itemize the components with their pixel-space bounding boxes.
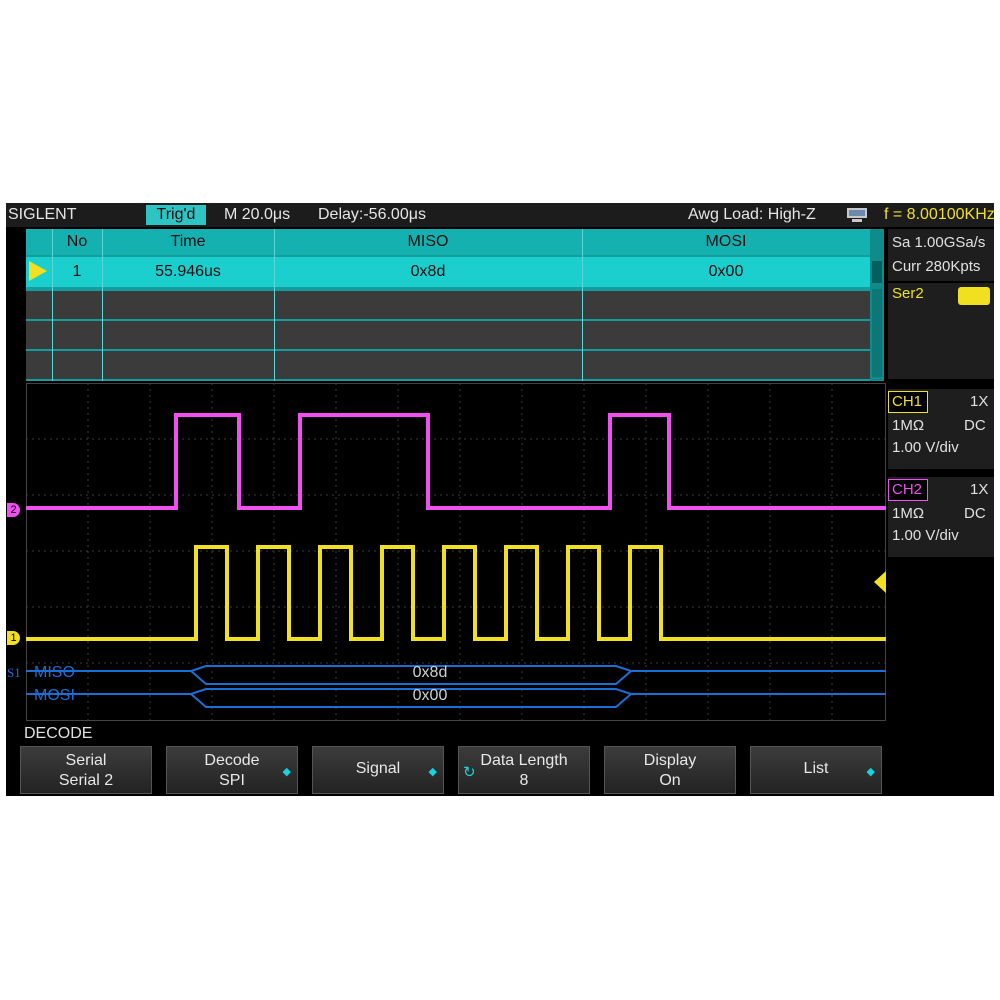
menu-title: DECODE xyxy=(24,725,93,742)
memory-depth-readout: Curr 280Kpts xyxy=(892,258,981,275)
table-row[interactable] xyxy=(26,351,870,379)
ch1-level-marker[interactable]: 1 xyxy=(7,631,20,645)
oscilloscope-screen: SIGLENT Trig'd M 20.0μs Delay:-56.00μs A… xyxy=(6,203,994,796)
ch2-coupling: DC xyxy=(964,505,986,522)
ch2-name: CH2 xyxy=(892,481,923,498)
ch1-impedance: 1MΩ xyxy=(892,417,925,434)
ch1-probe: 1X xyxy=(970,393,989,410)
status-bar: SIGLENT Trig'd M 20.0μs Delay:-56.00μs A… xyxy=(6,203,994,227)
column-header-mosi: MOSI xyxy=(705,233,747,250)
serial-button[interactable]: Serial Serial 2 xyxy=(20,746,152,794)
decode-list-table: No Time MISO MOSI 1 55.946us 0x8d 0x00 xyxy=(26,229,884,381)
right-info-panel: Sa 1.00GSa/s Curr 280Kpts Ser2 CH1 1X 1M… xyxy=(888,229,994,796)
ch2-probe: 1X xyxy=(970,481,989,498)
column-divider xyxy=(52,229,53,381)
ch2-waveform xyxy=(26,413,886,510)
scrollbar-track-segment xyxy=(872,289,882,377)
spi-bus-decode xyxy=(26,665,886,708)
ch1-name: CH1 xyxy=(892,393,923,410)
table-row[interactable] xyxy=(26,291,870,319)
delay-readout[interactable]: Delay:-56.00μs xyxy=(318,206,426,224)
brand-label: SIGLENT xyxy=(8,206,77,223)
ch2-info[interactable]: CH2 1X 1MΩ DC 1.00 V/div xyxy=(888,477,994,557)
bus-trace xyxy=(190,693,632,708)
decode-protocol-button[interactable]: Decode SPI ◆ xyxy=(166,746,298,794)
cell-miso: 0x8d xyxy=(410,263,446,280)
table-header: No Time MISO MOSI xyxy=(26,229,870,255)
bus-trace xyxy=(26,688,886,695)
frequency-readout: f = 8.00100KHz xyxy=(884,206,994,223)
data-length-button[interactable]: ↻ Data Length 8 xyxy=(458,746,590,794)
column-divider xyxy=(582,229,583,381)
expand-arrow-icon: ◆ xyxy=(866,766,875,778)
column-header-miso: MISO xyxy=(407,233,449,250)
bus-label-mosi: MOSI xyxy=(34,687,75,704)
column-header-time: Time xyxy=(170,233,206,250)
sample-rate-readout: Sa 1.00GSa/s xyxy=(892,234,986,251)
acquisition-info: Sa 1.00GSa/s Curr 280Kpts xyxy=(888,229,994,281)
ch1-coupling: DC xyxy=(964,417,986,434)
column-divider xyxy=(274,229,275,381)
trigger-level-marker-icon[interactable] xyxy=(874,571,886,593)
cell-mosi: 0x00 xyxy=(708,263,744,280)
bus-label-miso: MISO xyxy=(34,664,75,681)
ch1-info[interactable]: CH1 1X 1MΩ DC 1.00 V/div xyxy=(888,389,994,469)
column-header-no: No xyxy=(66,233,88,250)
serial-bus-color-swatch xyxy=(958,287,990,305)
ch2-scale: 1.00 V/div xyxy=(892,527,959,544)
bus-trace xyxy=(26,665,886,672)
serial-bus-info[interactable]: Ser2 xyxy=(888,283,994,379)
display-toggle-button[interactable]: Display On xyxy=(604,746,736,794)
list-button[interactable]: List ◆ xyxy=(750,746,882,794)
waveform-display[interactable]: MISO MOSI 0x8d 0x00 xyxy=(26,383,886,721)
expand-arrow-icon: ◆ xyxy=(282,766,291,778)
ch2-impedance: 1MΩ xyxy=(892,505,925,522)
table-row[interactable]: 1 55.946us 0x8d 0x00 xyxy=(26,257,870,287)
timebase-readout[interactable]: M 20.0μs xyxy=(224,206,290,224)
column-divider xyxy=(102,229,103,381)
selected-row-arrow-icon xyxy=(29,261,47,281)
bus-value-mosi: 0x00 xyxy=(413,687,448,704)
signal-button[interactable]: Signal ◆ xyxy=(312,746,444,794)
cell-no: 1 xyxy=(72,263,82,280)
cell-time: 55.946us xyxy=(155,263,221,280)
awg-load-readout: Awg Load: High-Z xyxy=(688,206,816,223)
ch2-level-marker[interactable]: 2 xyxy=(7,503,20,517)
trigger-status-badge: Trig'd xyxy=(146,205,206,225)
bus-trace xyxy=(190,670,632,685)
bus-marker: S1 xyxy=(7,665,21,680)
table-row[interactable] xyxy=(26,321,870,349)
monitor-icon xyxy=(847,208,867,222)
serial-bus-label: Ser2 xyxy=(892,285,924,302)
ch1-scale: 1.00 V/div xyxy=(892,439,959,456)
grid-border xyxy=(26,383,886,721)
expand-arrow-icon: ◆ xyxy=(428,766,437,778)
scrollbar-thumb[interactable] xyxy=(872,261,882,283)
ch1-waveform xyxy=(26,545,886,641)
bus-value-miso: 0x8d xyxy=(413,664,448,681)
